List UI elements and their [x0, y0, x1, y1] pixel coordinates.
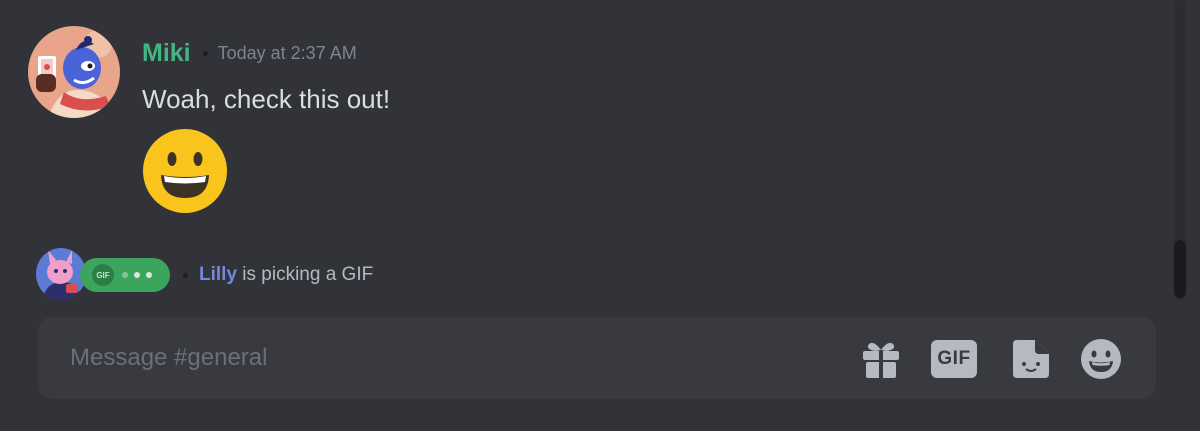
typing-action: is picking a GIF	[237, 264, 374, 285]
scrollbar-track[interactable]	[1174, 0, 1186, 300]
typing-dots-icon	[122, 272, 152, 278]
typing-activity-pill: GIF	[80, 258, 170, 292]
sticker-icon	[1013, 340, 1049, 378]
message-text: Woah, check this out!	[142, 84, 391, 114]
grinning-face-emoji-icon[interactable]	[142, 128, 228, 214]
emoji-button[interactable]	[1078, 336, 1124, 382]
message-composer: GIF	[38, 317, 1156, 399]
typing-indicator: GIF Lilly is picking a GIF	[36, 248, 636, 302]
timestamp[interactable]: Today at 2:37 AM	[218, 43, 357, 64]
separator-dot	[183, 273, 188, 278]
gift-icon	[863, 342, 899, 378]
gif-icon: GIF	[931, 340, 977, 378]
avatar-image	[28, 26, 120, 118]
typing-username[interactable]: Lilly	[199, 264, 237, 285]
chat-message: Miki Today at 2:37 AM Woah, check this o…	[28, 26, 1148, 216]
scrollbar-thumb[interactable]	[1174, 240, 1186, 298]
sticker-button[interactable]	[1007, 336, 1053, 382]
gift-button[interactable]	[858, 336, 904, 382]
typing-user-avatar[interactable]	[36, 248, 86, 300]
gif-button[interactable]: GIF	[931, 336, 977, 382]
username[interactable]: Miki	[142, 39, 191, 68]
typing-status-text: Lilly is picking a GIF	[199, 264, 373, 286]
emoji-icon	[1081, 339, 1121, 379]
separator-dot	[202, 50, 208, 56]
avatar[interactable]	[28, 26, 120, 118]
chat-window: Miki Today at 2:37 AM Woah, check this o…	[0, 0, 1200, 431]
gif-badge-icon: GIF	[92, 264, 114, 286]
message-input[interactable]	[38, 317, 838, 399]
message-header: Miki Today at 2:37 AM	[142, 36, 357, 70]
typing-avatar-image	[36, 248, 86, 300]
